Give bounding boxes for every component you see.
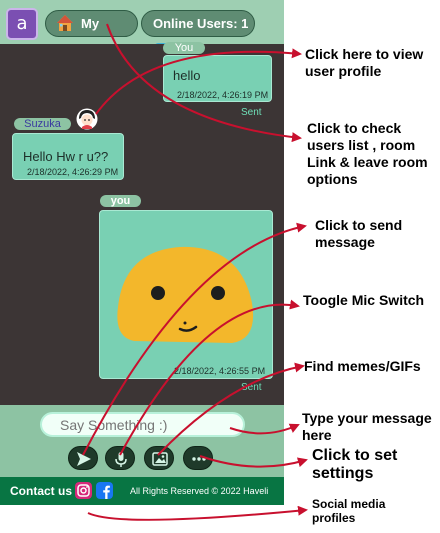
settings-button[interactable] — [183, 446, 213, 470]
message-bubble: 2/18/2022, 4:26:55 PM — [99, 210, 273, 379]
annotation-send: Click to send message — [315, 217, 403, 250]
image-icon — [152, 452, 168, 466]
annotation-type: Type your message here — [302, 410, 432, 443]
mic-toggle-button[interactable] — [105, 446, 135, 470]
annotation-profile: Click here to view user profile — [305, 46, 424, 79]
footer: Contact us : All Rights Reserved © 2022 … — [0, 477, 284, 505]
send-button[interactable] — [68, 446, 98, 470]
copyright-text: All Rights Reserved © 2022 Haveli — [130, 486, 269, 496]
sent-status: Sent — [241, 382, 262, 393]
mic-icon — [115, 452, 127, 467]
message-bubble: Hello Hw r u?? 2/18/2022, 4:26:29 PM — [12, 133, 124, 180]
instagram-icon[interactable] — [75, 482, 92, 499]
message-input[interactable] — [40, 412, 245, 437]
more-icon — [192, 457, 206, 461]
chat-app: a My Room Online Users: 1 You hello 2/18… — [0, 0, 284, 505]
home-icon — [57, 15, 73, 31]
online-users-label: Online Users: 1 — [153, 16, 249, 31]
sent-status: Sent — [241, 107, 262, 118]
message-bubble: hello 2/18/2022, 4:26:19 PM — [163, 55, 272, 102]
chat-messages[interactable]: You hello 2/18/2022, 4:26:19 PM Sent Suz… — [0, 42, 284, 405]
sender-tag: you — [100, 195, 141, 207]
annotation-social: Social media profiles — [312, 497, 386, 525]
message-timestamp: 2/18/2022, 4:26:29 PM — [27, 167, 119, 177]
message-composer — [0, 405, 284, 477]
contact-label: Contact us : — [10, 484, 80, 498]
user-avatar-icon[interactable] — [76, 108, 98, 130]
arrow-social — [87, 505, 308, 521]
sender-tag: Suzuka — [14, 118, 71, 130]
memes-gifs-button[interactable] — [144, 446, 174, 470]
message-text: hello — [173, 68, 201, 83]
top-bar: a My Room Online Users: 1 — [0, 0, 284, 57]
facebook-icon[interactable] — [96, 482, 113, 499]
annotation-mic: Toogle Mic Switch — [303, 292, 425, 308]
annotation-options: Click to check users list , room Link & … — [307, 120, 428, 187]
annotation-settings: Click to set settings — [312, 447, 398, 482]
sender-tag: You — [163, 42, 205, 54]
send-icon — [77, 452, 91, 466]
message-timestamp: 2/18/2022, 4:26:19 PM — [177, 90, 269, 100]
annotation-memes: Find memes/GIFs — [304, 358, 421, 374]
message-timestamp: 2/18/2022, 4:26:55 PM — [174, 366, 266, 376]
message-text: Hello Hw r u?? — [23, 149, 109, 164]
room-menu-button[interactable]: My Room — [45, 10, 138, 56]
user-avatar-button[interactable]: a — [6, 8, 38, 40]
online-users-button[interactable]: Online Users: 1 — [141, 10, 255, 57]
emoji-sticker[interactable] — [114, 229, 258, 355]
